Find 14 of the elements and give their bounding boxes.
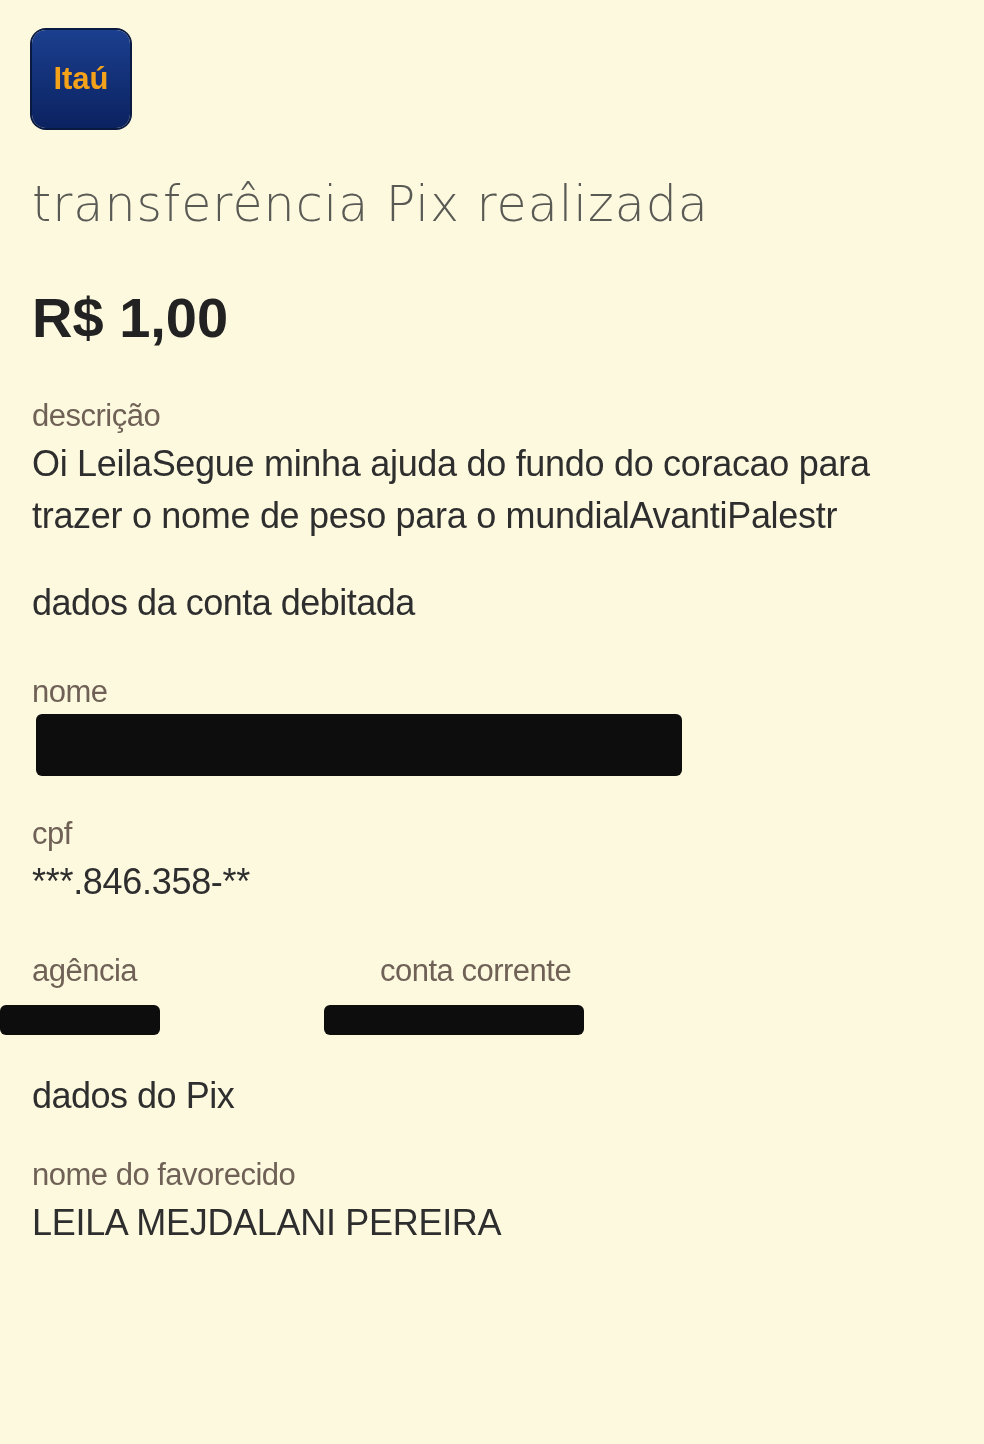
bank-logo: Itaú <box>32 30 130 128</box>
field-label: nome <box>32 674 109 711</box>
field-label: conta corrente <box>380 952 573 989</box>
amount: R$ 1,00 <box>32 285 230 350</box>
field-value: ***.846.358-** <box>32 860 251 905</box>
field-label: nome do favorecido <box>32 1156 297 1193</box>
section-heading: dados da conta debitada <box>32 582 417 625</box>
field-value: Oi LeilaSegue minha ajuda do fundo do coracao para trazer o nome de peso para o mundialAvantiPalestr <box>32 442 871 539</box>
field-label: descrição <box>32 398 162 434</box>
section-heading: dados do Pix <box>32 1074 236 1117</box>
field-label: cpf <box>32 816 74 853</box>
field-label: agência <box>32 952 139 989</box>
field-value: LEILA MEJDALANI PEREIRA <box>32 1200 503 1245</box>
receipt-title: transferência Pix realizada <box>32 176 710 233</box>
